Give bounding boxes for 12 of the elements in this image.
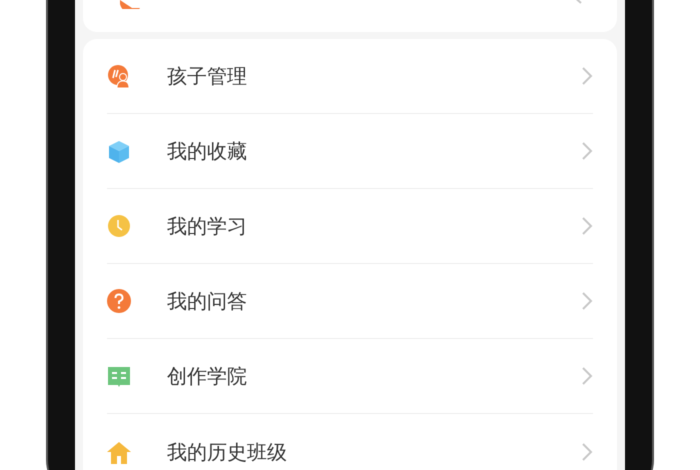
menu-label[interactable]: 我的收藏 — [167, 136, 581, 166]
clock-icon — [107, 214, 131, 238]
question-icon — [107, 289, 131, 313]
menu-label[interactable]: 创作学院 — [167, 361, 581, 391]
menu-label[interactable]: 我的历史班级 — [167, 436, 581, 466]
menu-label[interactable]: 我的学习 — [167, 211, 581, 241]
cube-icon — [107, 139, 131, 163]
book-icon — [107, 364, 131, 388]
children-icon — [107, 64, 131, 88]
house-icon — [107, 440, 131, 464]
menu-label[interactable]: 我的问答 — [167, 286, 581, 316]
menu-label[interactable]: 孩子管理 — [167, 61, 581, 91]
